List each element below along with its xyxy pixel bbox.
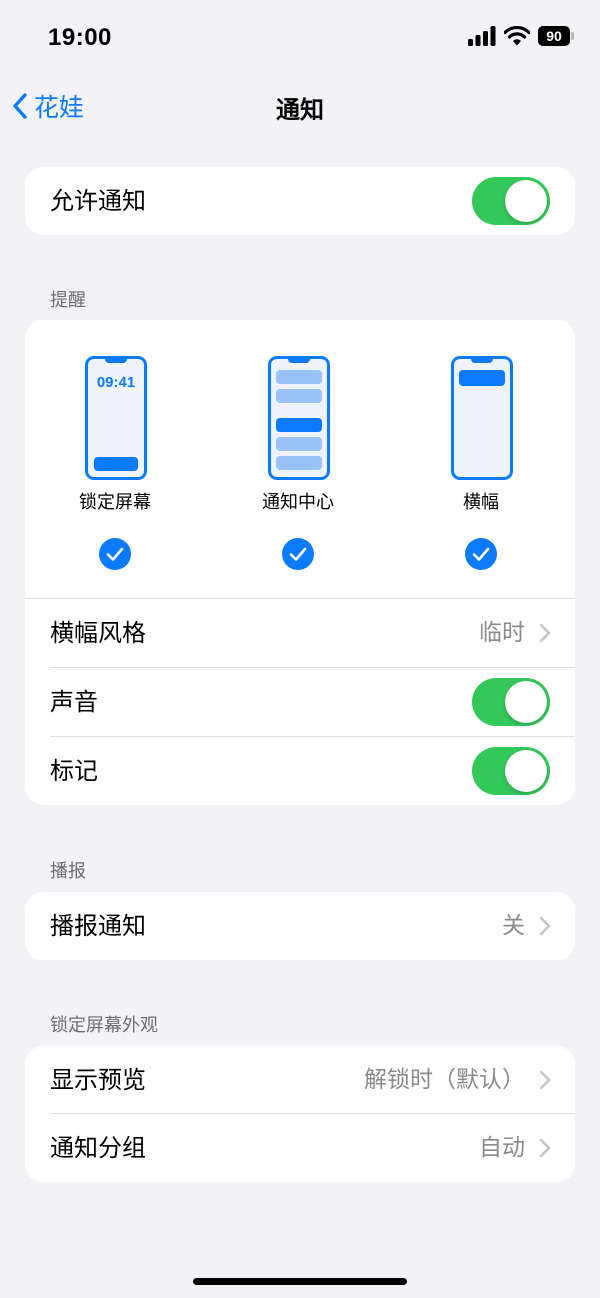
alerts-card: 09:41 锁定屏幕 通知中心 横幅 横幅风格 临时 声音 标记	[25, 320, 575, 805]
status-time: 19:00	[48, 24, 112, 51]
banner-style-value: 临时	[479, 620, 525, 646]
sounds-toggle[interactable]	[472, 678, 550, 726]
announce-notifications-label: 播报通知	[50, 912, 146, 940]
toggle-knob	[505, 180, 547, 222]
announce-notifications-value: 关	[502, 913, 525, 939]
home-indicator[interactable]	[193, 1278, 407, 1285]
notification-grouping-label: 通知分组	[50, 1134, 146, 1162]
announce-card: 播报通知 关	[25, 892, 575, 960]
allow-notifications-row: 允许通知	[25, 167, 575, 235]
checkmark-icon	[282, 538, 314, 570]
sounds-row: 声音	[25, 668, 575, 736]
alert-option-label: 锁定屏幕	[79, 492, 151, 513]
notification-center-phone-icon	[268, 356, 330, 480]
badges-row: 标记	[25, 737, 575, 805]
announce-section-header: 播报	[50, 861, 86, 882]
lock-screen-appearance-section-header: 锁定屏幕外观	[50, 1015, 158, 1036]
alerts-section-header: 提醒	[50, 290, 86, 311]
announce-notifications-row[interactable]: 播报通知 关	[25, 892, 575, 960]
allow-notifications-toggle[interactable]	[472, 177, 550, 225]
chevron-right-icon	[539, 1138, 551, 1158]
alert-option-lock-screen[interactable]: 09:41 锁定屏幕	[25, 320, 205, 595]
page-title: 通知	[276, 96, 324, 124]
status-bar: 19:00 90	[0, 0, 600, 80]
alert-option-notification-center[interactable]: 通知中心	[208, 320, 388, 595]
show-previews-row[interactable]: 显示预览 解锁时（默认）	[25, 1046, 575, 1114]
chevron-right-icon	[539, 1070, 551, 1090]
notification-grouping-value: 自动	[479, 1135, 525, 1161]
lock-screen-appearance-card: 显示预览 解锁时（默认） 通知分组 自动	[25, 1046, 575, 1182]
checkmark-icon	[465, 538, 497, 570]
alert-option-label: 通知中心	[262, 492, 334, 513]
chevron-right-icon	[539, 623, 551, 643]
notification-grouping-row[interactable]: 通知分组 自动	[25, 1114, 575, 1182]
sounds-label: 声音	[50, 688, 98, 716]
status-icons: 90	[468, 26, 574, 46]
wifi-icon	[504, 26, 530, 46]
chevron-right-icon	[539, 916, 551, 936]
lock-screen-preview-time: 09:41	[96, 374, 136, 391]
toggle-knob	[505, 750, 547, 792]
allow-notifications-card: 允许通知	[25, 167, 575, 235]
banner-style-row[interactable]: 横幅风格 临时	[25, 599, 575, 667]
banner-style-label: 横幅风格	[50, 619, 146, 647]
battery-indicator: 90	[538, 26, 574, 46]
checkmark-icon	[99, 538, 131, 570]
badges-toggle[interactable]	[472, 747, 550, 795]
banners-phone-icon	[451, 356, 513, 480]
lock-screen-phone-icon: 09:41	[85, 356, 147, 480]
show-previews-label: 显示预览	[50, 1066, 146, 1094]
alert-option-banners[interactable]: 横幅	[391, 320, 571, 595]
alert-option-label: 横幅	[463, 492, 499, 513]
allow-notifications-label: 允许通知	[50, 187, 146, 215]
toggle-knob	[505, 681, 547, 723]
badges-label: 标记	[50, 757, 98, 785]
cellular-signal-icon	[468, 26, 496, 46]
show-previews-value: 解锁时（默认）	[364, 1067, 525, 1093]
